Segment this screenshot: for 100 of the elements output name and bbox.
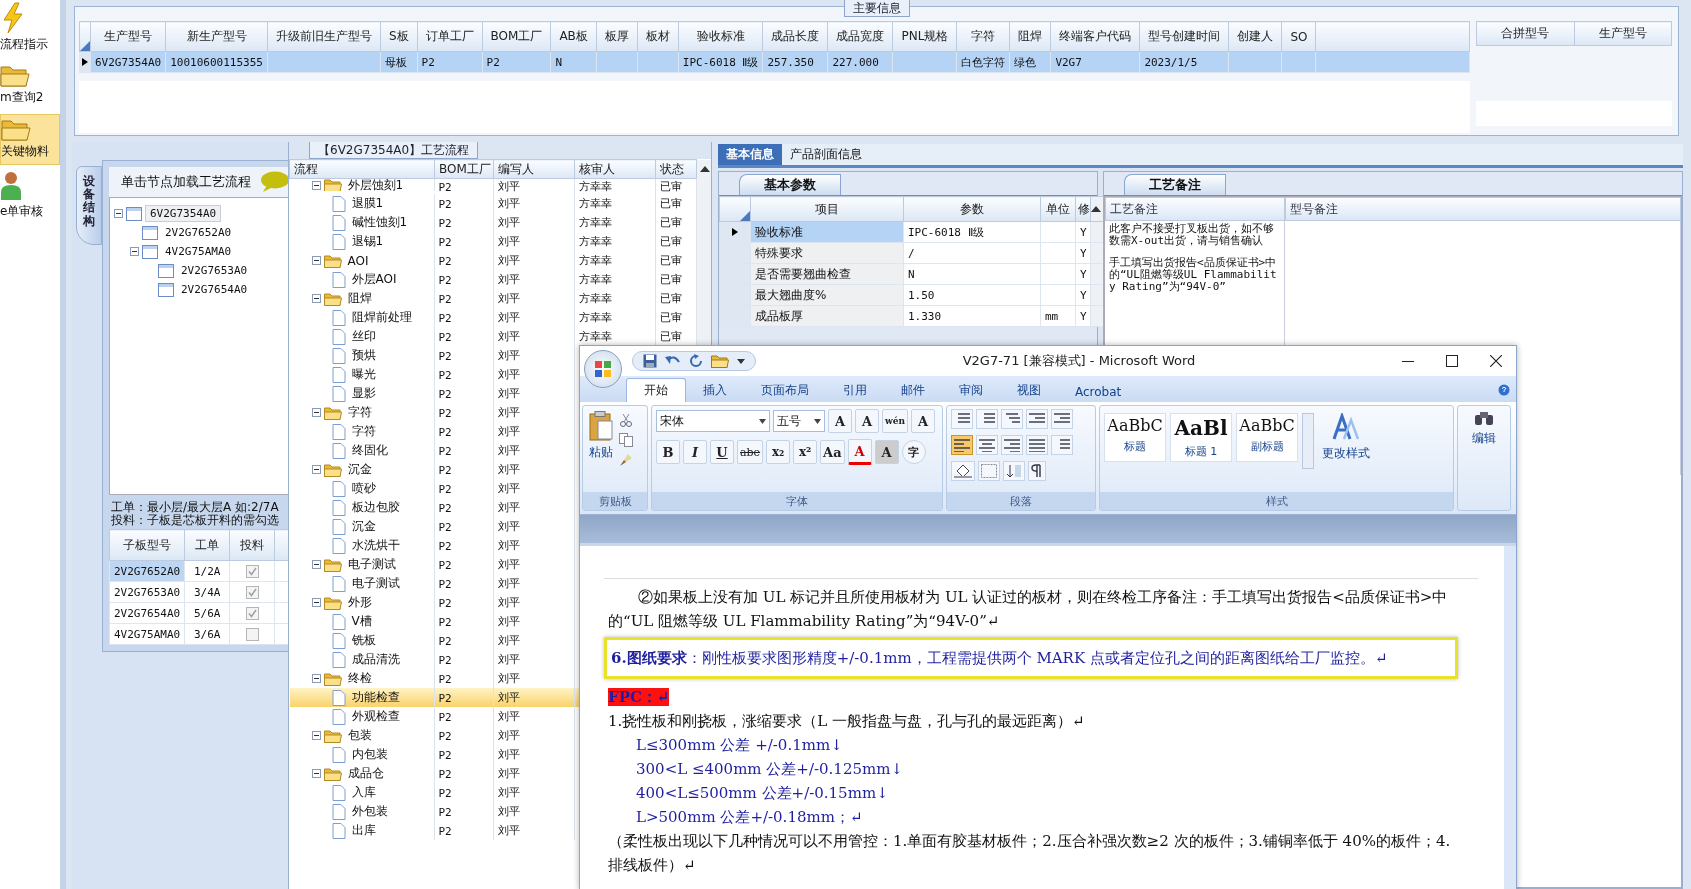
tree-node[interactable]: 6V2G7354A0	[145, 205, 222, 222]
tree-node[interactable]: 2V2G7653A0	[177, 263, 252, 278]
column-header[interactable]: 型号备注	[1285, 197, 1681, 221]
tree-node[interactable]: 板边包胶	[348, 499, 403, 516]
ribbon-tab[interactable]: Acrobat	[1058, 382, 1139, 402]
column-header[interactable]: 阻焊	[1009, 21, 1051, 52]
tree-node[interactable]: 成品清洗	[348, 651, 403, 668]
column-header[interactable]: 字符	[956, 21, 1010, 52]
column-header[interactable]: 工艺备注	[1105, 197, 1285, 221]
tree-node[interactable]: 曝光	[348, 366, 379, 383]
column-header[interactable]: 订单工厂	[417, 21, 483, 52]
table-row[interactable]: 6V2G7354A0 10010600115355 母板 P2 P2 N IPC-6018 Ⅱ级 257.350 227.000 白色字符 绿色 V2G7 2023/1/5	[79, 51, 1470, 73]
column-header[interactable]: AB板	[550, 21, 597, 52]
column-header[interactable]: 成品长度	[762, 21, 828, 52]
tree-node[interactable]: 铣板	[348, 632, 379, 649]
change-styles-button[interactable]: 更改样式	[1318, 409, 1374, 466]
tree-node[interactable]: 成品仓	[344, 765, 387, 782]
tree-node[interactable]: 退锡1	[348, 233, 387, 250]
tree-node[interactable]: 外包装	[348, 803, 391, 820]
column-header[interactable]: 型号创建时间	[1139, 21, 1229, 52]
tree-node[interactable]: 2V2G7652A0	[161, 225, 236, 240]
tree-node[interactable]: 退膜1	[348, 195, 387, 212]
tree-node[interactable]: 电子测试	[344, 556, 399, 573]
table-cell[interactable]: 2V2G7653A0	[109, 581, 185, 603]
tree-node[interactable]: 显影	[348, 385, 379, 402]
column-header[interactable]: PNL规格	[892, 21, 957, 52]
tree-node[interactable]: 水洗烘干	[348, 537, 403, 554]
column-header[interactable]: 板材	[637, 21, 679, 52]
column-header[interactable]: 流程	[289, 159, 435, 179]
tree-node[interactable]: 外形	[344, 594, 375, 611]
ribbon-tab[interactable]: 邮件	[884, 379, 942, 402]
sidebar-item[interactable]: 关键物料	[0, 114, 60, 165]
tree-node[interactable]: 2V2G7654A0	[177, 282, 252, 297]
tree-node[interactable]: 外观检查	[348, 708, 403, 725]
format-button[interactable]: A	[874, 440, 899, 464]
column-header[interactable]: 升级前旧生产型号	[267, 21, 381, 52]
format-button[interactable]: abe	[737, 440, 764, 464]
tree-node[interactable]: 喷砂	[348, 480, 379, 497]
column-header[interactable]: 成品宽度	[827, 21, 893, 52]
tree-node[interactable]: 包装	[344, 727, 375, 744]
column-header[interactable]: 核审人	[574, 159, 656, 179]
column-header[interactable]: BOM工厂	[482, 21, 551, 52]
column-header[interactable]: 子板型号	[109, 529, 185, 561]
tab[interactable]: 基本参数	[739, 174, 841, 195]
sidebar-item[interactable]: e单审核	[0, 169, 60, 224]
tree-node[interactable]: 阻焊前处理	[348, 309, 415, 326]
column-header[interactable]: 编写人	[493, 159, 575, 179]
tree-node[interactable]: 终固化	[348, 442, 391, 459]
format-button[interactable]: wén	[882, 409, 909, 433]
tree-node[interactable]: 入库	[348, 784, 379, 801]
tree-node[interactable]: V槽	[348, 613, 375, 630]
format-button[interactable]: A	[847, 439, 872, 465]
table-cell[interactable]: 2V2G7652A0	[109, 560, 185, 582]
column-header[interactable]: SO	[1281, 21, 1316, 52]
tree-node[interactable]: 字符	[344, 404, 375, 421]
tab[interactable]: 工艺备注	[1124, 174, 1226, 195]
tree-node[interactable]: 外层AOI	[348, 271, 400, 288]
column-header[interactable]: BOM工厂	[434, 159, 494, 179]
tree-node[interactable]: 预烘	[348, 347, 379, 364]
ribbon-tab[interactable]: 审阅	[942, 379, 1000, 402]
tree-node[interactable]: 出库	[348, 822, 379, 839]
column-header[interactable]: 创建人	[1228, 21, 1282, 52]
tree-node[interactable]: 丝印	[348, 328, 379, 345]
tree-node[interactable]: 外层蚀刻1	[344, 179, 407, 191]
ribbon-tab[interactable]: 引用	[826, 379, 884, 402]
style-preset[interactable]: AaBbC 副标题	[1236, 413, 1298, 462]
tree-node[interactable]: 字符	[348, 423, 379, 440]
format-button[interactable]: I	[683, 440, 707, 464]
tree-node[interactable]: AOI	[344, 253, 372, 268]
tree-node[interactable]: 沉金	[348, 518, 379, 535]
format-button[interactable]: A	[828, 409, 852, 433]
column-header[interactable]: 工单	[184, 529, 230, 561]
tree-node[interactable]: 阻焊	[344, 290, 375, 307]
sidebar-item[interactable]: 流程指示	[0, 0, 60, 57]
tree-node[interactable]: 碱性蚀刻1	[348, 214, 411, 231]
column-header[interactable]: 参数	[903, 196, 1041, 222]
format-button[interactable]: U	[710, 440, 734, 464]
column-header[interactable]: 单位	[1040, 196, 1076, 222]
sidebar-item[interactable]: m查询2	[0, 61, 60, 110]
column-header[interactable]: 终端客户代码	[1050, 21, 1140, 52]
tree-node[interactable]: 沉金	[344, 461, 375, 478]
ribbon-tab[interactable]: 视图	[1000, 379, 1058, 402]
column-header[interactable]: 生产型号	[90, 21, 166, 52]
font-size-field[interactable]: 五号	[773, 410, 825, 432]
tree-node[interactable]: 4V2G75AMA0	[161, 244, 236, 259]
format-button[interactable]: x₂	[766, 440, 791, 464]
column-header[interactable]: 生产型号	[1574, 21, 1672, 46]
style-preset[interactable]: AaBl 标题 1	[1170, 413, 1232, 462]
column-header[interactable]: 项目	[750, 196, 904, 222]
format-button[interactable]: Aa	[820, 440, 845, 464]
format-button[interactable]: B	[656, 440, 680, 464]
ribbon-tab[interactable]: 开始	[626, 378, 686, 402]
paste-button[interactable]: 粘贴	[587, 409, 615, 489]
ribbon-tab[interactable]: 页面布局	[744, 379, 826, 402]
table-cell[interactable]: 4V2G75AMA0	[109, 623, 185, 645]
style-preset[interactable]: AaBbC 标题	[1104, 413, 1166, 462]
tree-node[interactable]: 终检	[344, 670, 375, 687]
column-header[interactable]: 投料	[229, 529, 275, 561]
column-header[interactable]: 验收标准	[678, 21, 763, 52]
format-button[interactable]: A	[855, 409, 879, 433]
